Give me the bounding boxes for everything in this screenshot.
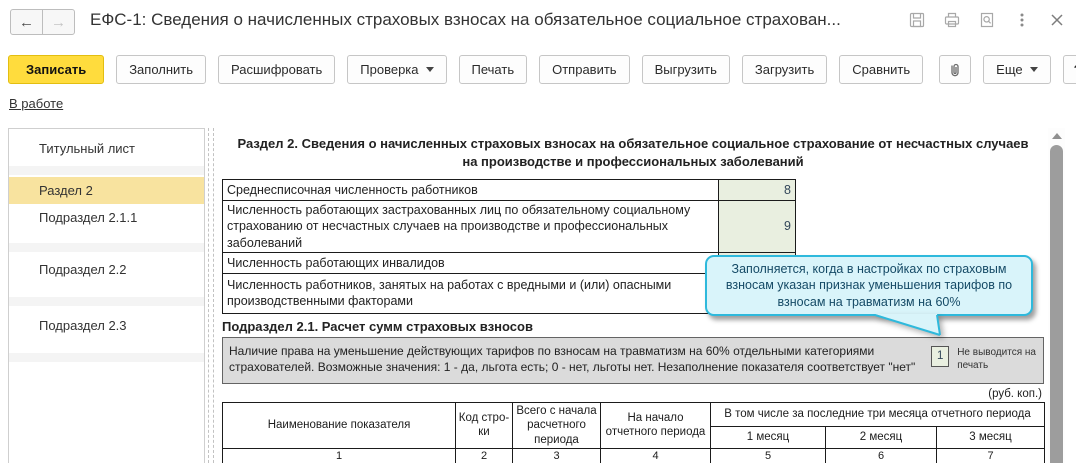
import-button[interactable]: Загрузить — [741, 55, 828, 84]
section-title: Раздел 2. Сведения о начисленных страхов… — [237, 136, 1029, 169]
fill-button-label: Заполнить — [129, 62, 194, 77]
sidebar-divider — [9, 243, 204, 252]
column-header-name: Наименование показателя — [222, 401, 456, 449]
table-row: Численность работающих застрахованных ли… — [222, 200, 796, 253]
print-button[interactable]: Печать — [458, 55, 528, 84]
send-button-label: Отправить — [552, 62, 617, 77]
contributions-table: Наименование показателя Код стро- ки Все… — [222, 401, 1045, 463]
compare-button[interactable]: Сравнить — [839, 55, 924, 84]
indicator-label: Среднесписочная численность работников — [222, 179, 719, 202]
sidebar-item-subsection-2-3[interactable]: Подраздел 2.3 — [9, 312, 204, 339]
sidebar-item-label: Подраздел 2.2 — [39, 262, 127, 277]
compare-button-label: Сравнить — [852, 62, 911, 77]
column-index: 3 — [512, 447, 601, 463]
sidebar-item-section-2[interactable]: Раздел 2 — [9, 177, 204, 204]
sidebar-item-subsection-2-1-1[interactable]: Подраздел 2.1.1 — [9, 204, 204, 231]
check-dropdown-button[interactable]: Проверка — [347, 55, 447, 84]
decode-button[interactable]: Расшифровать — [218, 55, 336, 84]
column-index-row: 1 2 3 4 5 6 7 — [222, 447, 1045, 463]
paperclip-icon — [951, 63, 959, 76]
title-bar: ← → ЕФС-1: Сведения о начисленных страхо… — [0, 0, 1076, 46]
fill-button[interactable]: Заполнить — [116, 55, 207, 84]
sidebar-item-label: Подраздел 2.1.1 — [39, 210, 138, 225]
column-header-month2: 2 месяц — [825, 425, 937, 449]
save-button-label: Записать — [26, 62, 87, 77]
print-icon[interactable] — [943, 11, 961, 29]
sidebar-divider — [9, 166, 204, 175]
send-button[interactable]: Отправить — [539, 55, 630, 84]
import-button-label: Загрузить — [754, 62, 815, 77]
arrow-right-icon: → — [51, 13, 66, 31]
column-header-total: Всего с начала расчетного периода — [512, 401, 601, 449]
column-header-code: Код стро- ки — [455, 401, 513, 449]
sidebar-item-label: Раздел 2 — [39, 183, 93, 198]
toolbar: Записать Заполнить Расшифровать Проверка… — [8, 55, 1076, 84]
status-link[interactable]: В работе — [9, 96, 63, 111]
window-action-icons — [908, 11, 1066, 29]
page-title: ЕФС-1: Сведения о начисленных страховых … — [90, 10, 841, 29]
caret-down-icon — [1029, 67, 1038, 72]
column-index: 6 — [825, 447, 937, 463]
column-header-month3: 3 месяц — [936, 425, 1045, 449]
check-button-label: Проверка — [360, 62, 419, 77]
indicator-label: Численность работников, занятых на работ… — [222, 272, 719, 314]
indicator-value-field[interactable]: 9 — [718, 200, 796, 253]
vertical-scrollbar[interactable] — [1048, 128, 1065, 463]
tooltip-text: Заполняется, когда в настройках по страх… — [705, 255, 1033, 316]
caret-down-icon — [425, 67, 434, 72]
sidebar-splitter[interactable] — [208, 128, 214, 463]
column-header-group: В том числе за последние три месяца отче… — [710, 401, 1045, 427]
preview-icon[interactable] — [978, 11, 996, 29]
sidebar-item-subsection-2-2[interactable]: Подраздел 2.2 — [9, 256, 204, 283]
efs1-form-window: ← → ЕФС-1: Сведения о начисленных страхо… — [0, 0, 1076, 463]
sidebar-divider — [9, 353, 204, 362]
kebab-menu-icon[interactable] — [1013, 11, 1031, 29]
table-header-row: Наименование показателя Код стро- ки Все… — [222, 401, 1045, 449]
benefit-flag-field[interactable]: 1 — [931, 345, 950, 367]
column-header-begin: На начало отчетного периода — [600, 401, 711, 449]
column-index: 5 — [710, 447, 826, 463]
column-header-month1: 1 месяц — [710, 425, 826, 449]
help-button[interactable]: ? — [1062, 55, 1076, 84]
save-icon[interactable] — [908, 11, 926, 29]
benefit-note-text: Наличие права на уменьшение действующих … — [229, 343, 916, 375]
attach-button[interactable] — [939, 55, 972, 84]
print-button-label: Печать — [471, 62, 515, 77]
sidebar-item-title-page[interactable]: Титульный лист — [9, 135, 204, 162]
indicator-label: Численность работающих инвалидов — [222, 251, 719, 274]
sidebar-item-label: Титульный лист — [39, 141, 136, 156]
history-nav: ← → — [10, 9, 75, 35]
indicator-label: Численность работающих застрахованных ли… — [222, 200, 719, 253]
forward-button[interactable]: → — [42, 9, 75, 35]
close-icon[interactable] — [1048, 11, 1066, 29]
export-button[interactable]: Выгрузить — [641, 55, 730, 84]
arrow-left-icon: ← — [19, 13, 34, 31]
save-button[interactable]: Записать — [8, 55, 105, 84]
tooltip-tail-icon — [874, 314, 941, 336]
tooltip-callout: Заполняется, когда в настройках по страх… — [705, 255, 1033, 336]
column-index: 7 — [936, 447, 1045, 463]
scroll-up-icon[interactable] — [1052, 133, 1062, 139]
decode-button-label: Расшифровать — [231, 62, 323, 77]
currency-units-note: (руб. коп.) — [988, 387, 1042, 400]
not-printed-note: Не выводится на печать — [957, 346, 1036, 372]
sidebar-divider — [9, 297, 204, 306]
column-index: 4 — [600, 447, 711, 463]
sidebar-item-label: Подраздел 2.3 — [39, 318, 127, 333]
more-dropdown-button[interactable]: Еще — [983, 55, 1051, 84]
column-index: 2 — [455, 447, 513, 463]
export-button-label: Выгрузить — [654, 62, 717, 77]
more-button-label: Еще — [996, 62, 1023, 77]
scrollbar-thumb[interactable] — [1050, 145, 1063, 463]
table-row: Среднесписочная численность работников 8 — [222, 179, 796, 202]
indicator-value-field[interactable]: 8 — [718, 179, 796, 202]
column-index: 1 — [222, 447, 456, 463]
back-button[interactable]: ← — [10, 9, 43, 35]
benefit-note-panel: Наличие права на уменьшение действующих … — [222, 336, 1044, 384]
section-navigator: Титульный лист Раздел 2 Подраздел 2.1.1 … — [8, 128, 205, 463]
